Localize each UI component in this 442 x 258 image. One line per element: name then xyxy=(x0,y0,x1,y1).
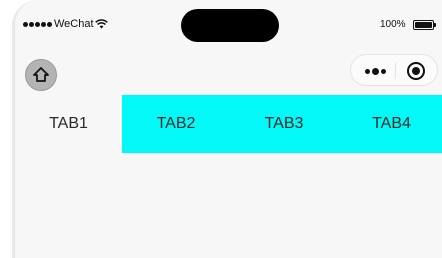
camera-notch xyxy=(181,9,279,42)
home-icon xyxy=(33,67,49,82)
wifi-icon xyxy=(94,19,108,29)
mini-program-capsule xyxy=(350,54,438,86)
phone-screen: WeChat 100% TAB1 TAB2 TAB3 TAB4 xyxy=(12,0,442,258)
more-dots-icon[interactable] xyxy=(361,64,389,78)
target-circle-icon[interactable] xyxy=(407,62,425,80)
tab-2[interactable]: TAB2 xyxy=(122,95,230,153)
capsule-divider xyxy=(395,63,396,79)
carrier-name: WeChat xyxy=(54,18,94,30)
tab-bar: TAB1 TAB2 TAB3 TAB4 xyxy=(15,95,442,153)
battery-fill xyxy=(415,22,432,28)
tab-3[interactable]: TAB3 xyxy=(230,95,338,153)
signal-strength-icon xyxy=(23,21,52,27)
status-bar: WeChat 100% xyxy=(15,0,442,50)
tab-4[interactable]: TAB4 xyxy=(338,95,442,153)
home-button[interactable] xyxy=(25,59,57,91)
battery-icon xyxy=(413,20,436,30)
battery-percent: 100% xyxy=(380,19,406,30)
signal-group: WeChat xyxy=(23,18,108,30)
tab-1[interactable]: TAB1 xyxy=(15,95,122,153)
